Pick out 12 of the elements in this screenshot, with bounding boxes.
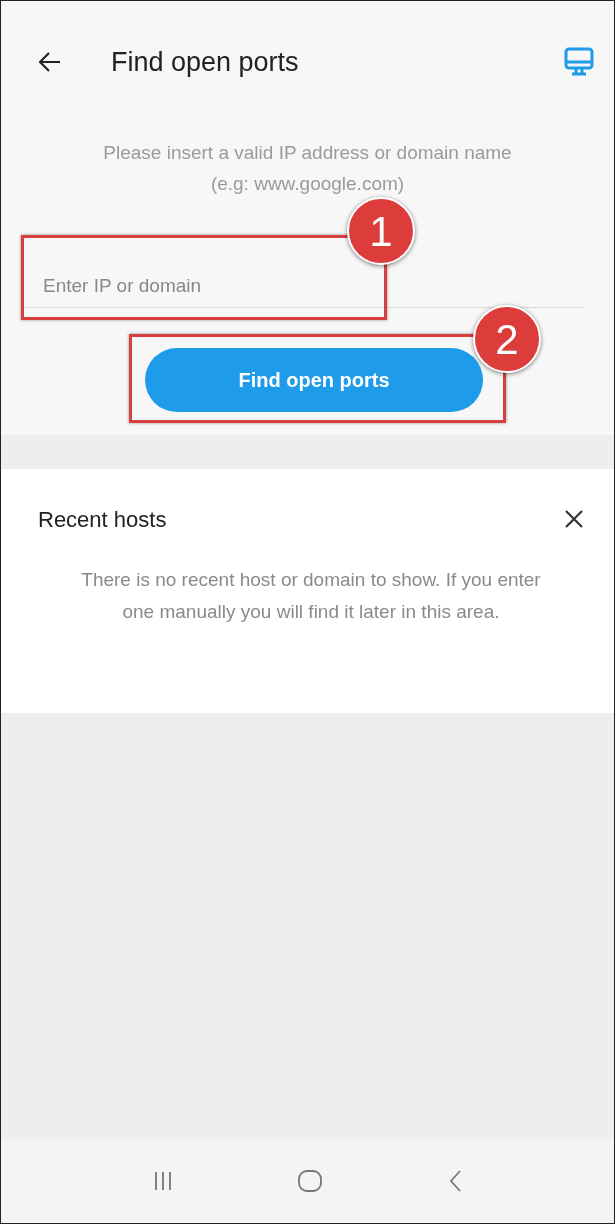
back-button[interactable] bbox=[39, 52, 61, 72]
find-open-ports-button[interactable]: Find open ports bbox=[145, 348, 483, 412]
recents-button[interactable] bbox=[153, 1170, 174, 1192]
instruction-text: Please insert a valid IP address or domain name (e.g: www.google.com) bbox=[102, 141, 513, 196]
monitor-icon[interactable] bbox=[564, 47, 594, 77]
close-button[interactable] bbox=[564, 509, 584, 529]
screen-title: Find open ports bbox=[111, 45, 299, 79]
empty-message: There is no recent host or domain to show. If you enter one manually you will find it later in this area. bbox=[80, 568, 542, 624]
section-title: Recent hosts bbox=[38, 505, 167, 534]
home-button[interactable] bbox=[297, 1169, 324, 1193]
back-nav-button[interactable] bbox=[447, 1169, 462, 1193]
host-input-field[interactable]: Enter IP or domain bbox=[21, 271, 583, 308]
